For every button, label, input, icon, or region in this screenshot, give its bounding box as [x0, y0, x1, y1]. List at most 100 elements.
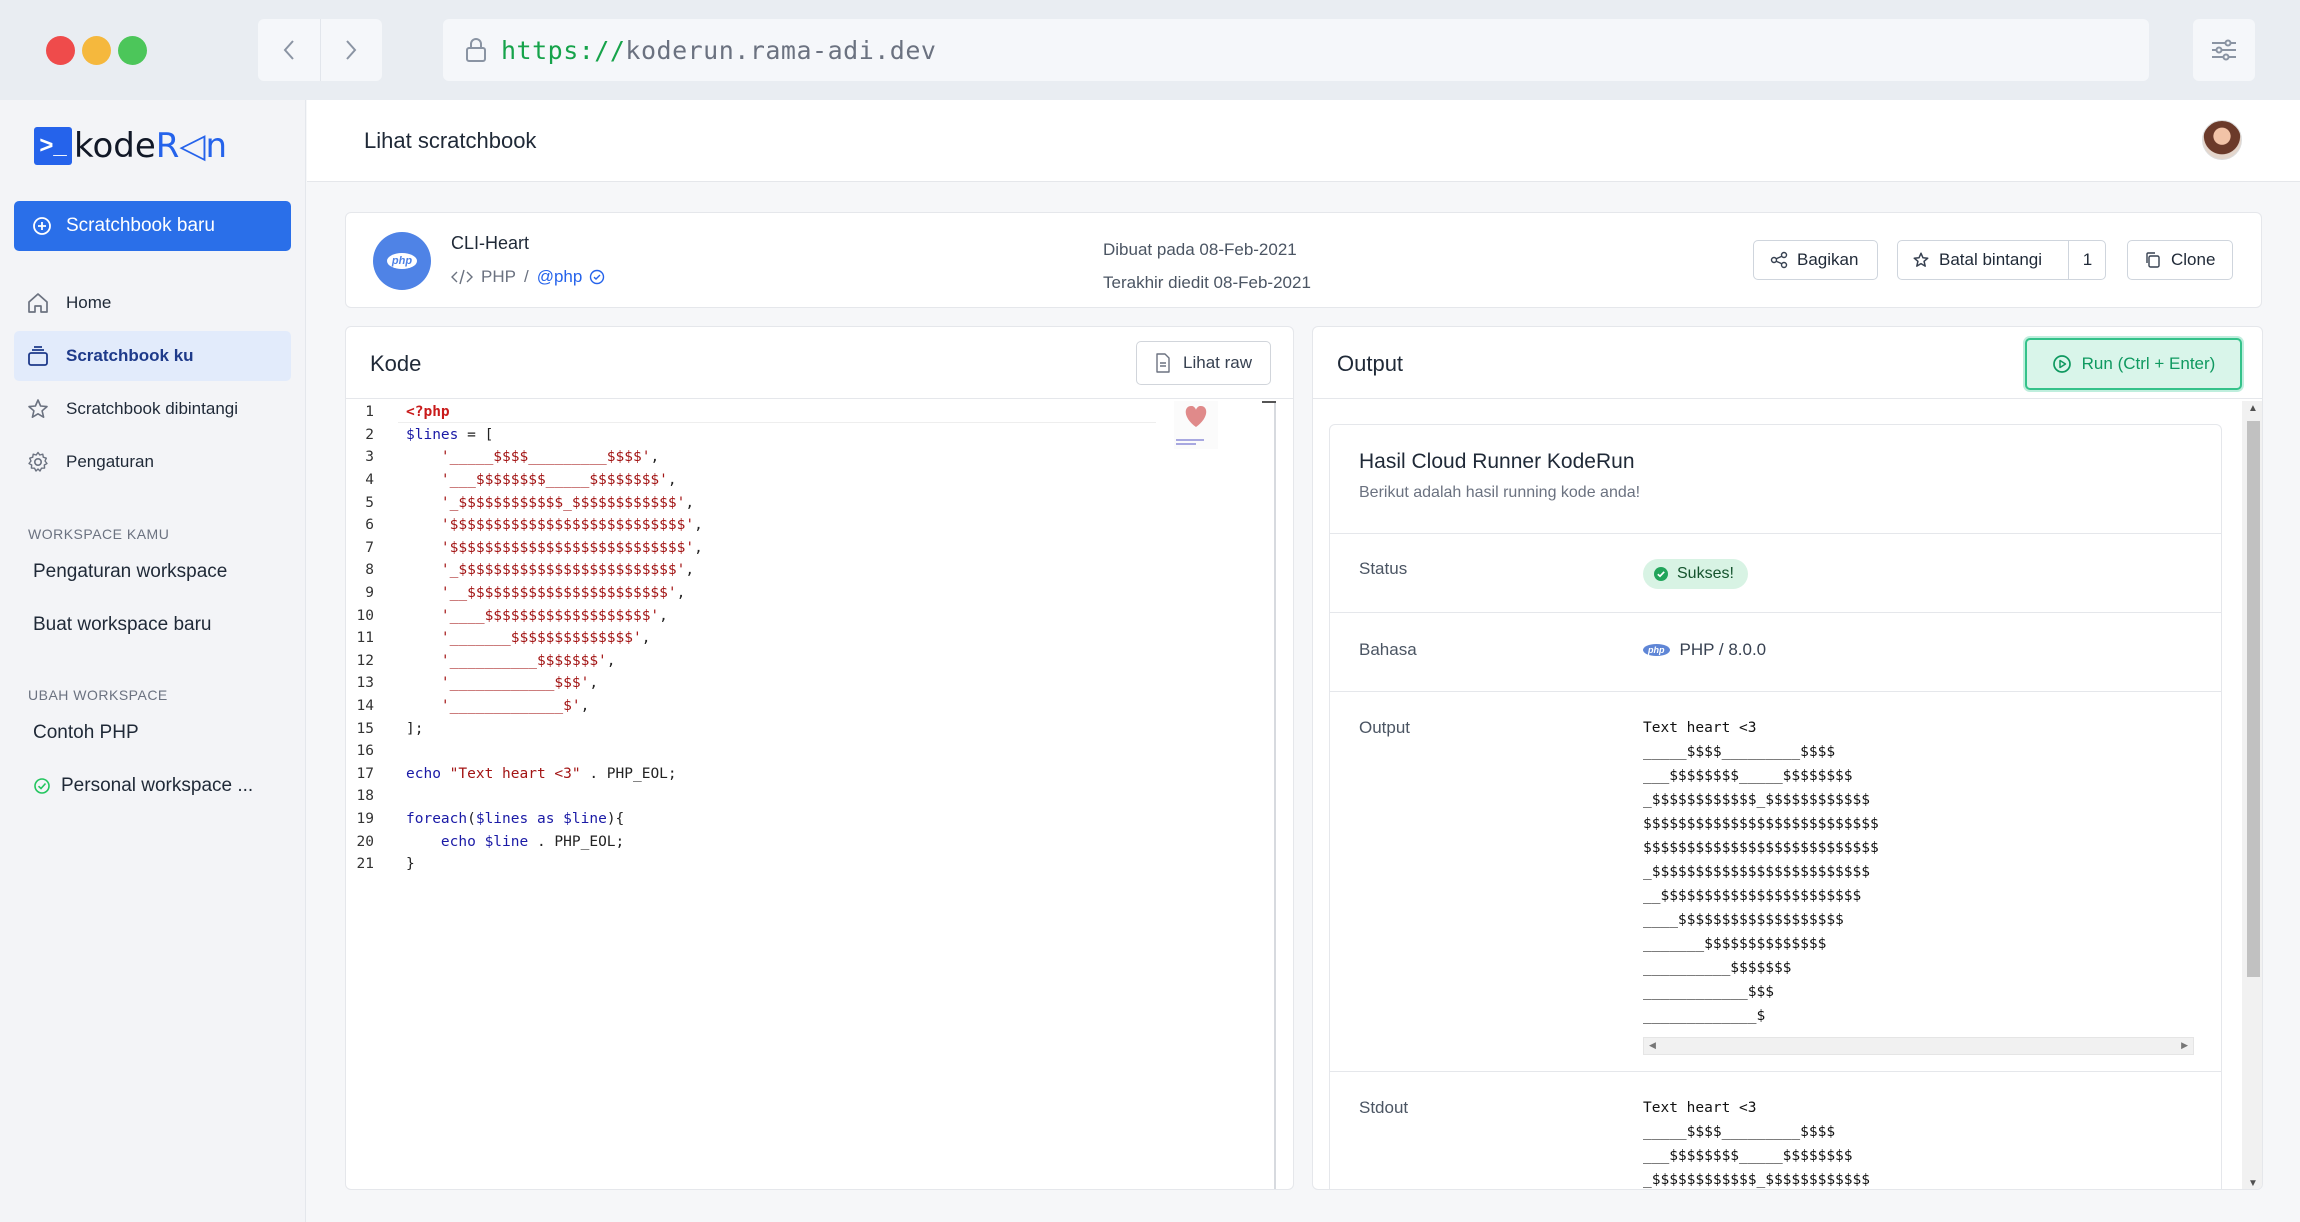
url-protocol: https://	[501, 35, 626, 65]
page-title: Lihat scratchbook	[364, 128, 537, 153]
browser-settings-button[interactable]	[2193, 19, 2255, 81]
language-value: PHP / 8.0.0	[1679, 640, 1767, 659]
create-workspace-link[interactable]: Buat workspace baru	[33, 614, 212, 636]
unstar-button[interactable]: Batal bintangi 1	[1897, 240, 2106, 280]
minimap[interactable]	[1174, 401, 1218, 449]
scroll-left-icon[interactable]: ◀	[1649, 1040, 1656, 1051]
code-text: '____________$$$',	[440, 675, 599, 692]
url-host: koderun.rama-adi.dev	[625, 35, 937, 65]
code-line[interactable]: 16	[346, 740, 406, 763]
clone-button[interactable]: Clone	[2127, 240, 2233, 280]
gear-icon	[28, 451, 48, 472]
workspace-item-php-example[interactable]: Contoh PHP	[33, 722, 139, 744]
output-text: Text heart <3 _____$$$$_________$$$$ ___…	[1643, 720, 1879, 1024]
share-button[interactable]: Bagikan	[1753, 240, 1878, 280]
scratchbook-name: CLI-Heart	[451, 233, 530, 253]
current-line-highlight	[398, 401, 1156, 423]
code-line[interactable]: 19 foreach($lines as $line){	[346, 808, 625, 831]
new-scratchbook-button[interactable]: Scratchbook baru	[14, 201, 291, 251]
plus-circle-icon	[33, 217, 51, 235]
code-line[interactable]: 18	[346, 785, 406, 808]
code-text: foreach($lines as $line){	[406, 811, 625, 828]
scroll-up-icon[interactable]: ▲	[2248, 403, 2258, 414]
view-raw-button[interactable]: Lihat raw	[1136, 341, 1271, 385]
code-line[interactable]: 1 <?php	[346, 401, 450, 424]
address-bar[interactable]: https://koderun.rama-adi.dev	[443, 19, 2149, 81]
status-row: Status Sukses!	[1330, 533, 2221, 612]
code-text: $lines = [	[406, 426, 494, 443]
sidebar-item-label: Scratchbook ku	[66, 346, 194, 365]
scroll-right-icon[interactable]: ▶	[2181, 1040, 2188, 1051]
line-number: 4	[365, 472, 374, 489]
scratchbook-dates: Dibuat pada 08-Feb-2021 Terakhir diedit …	[1103, 233, 1311, 299]
star-icon	[28, 399, 48, 418]
chevron-left-icon	[283, 40, 294, 60]
page-header: Lihat scratchbook	[307, 100, 2300, 182]
code-line[interactable]: 6 '$$$$$$$$$$$$$$$$$$$$$$$$$$$',	[346, 514, 703, 537]
new-scratchbook-label: Scratchbook baru	[66, 215, 215, 236]
meta-separator: /	[523, 267, 529, 286]
editor-scrollbar[interactable]	[1262, 401, 1276, 1189]
code-line[interactable]: 17 echo "Text heart <3" . PHP_EOL;	[346, 763, 677, 786]
code-text: echo "Text heart <3" . PHP_EOL;	[406, 765, 677, 782]
output-scrollbar-thumb[interactable]	[2247, 421, 2260, 977]
workspace-settings-link[interactable]: Pengaturan workspace	[33, 561, 227, 583]
code-line[interactable]: 20 echo $line . PHP_EOL;	[346, 830, 625, 853]
switch-workspace-section-title: UBAH WORKSPACE	[28, 687, 168, 703]
terminal-logo-icon: >_	[34, 127, 72, 165]
code-text: <?php	[406, 404, 450, 421]
check-circle-icon	[1654, 567, 1668, 581]
logo-text-prefix: kode	[74, 126, 156, 166]
code-line[interactable]: 14 '_____________$',	[346, 695, 590, 718]
output-horizontal-scrollbar[interactable]: ◀ ▶	[1643, 1037, 2194, 1055]
unstar-label: Batal bintangi	[1939, 250, 2043, 269]
code-line[interactable]: 8 '_$$$$$$$$$$$$$$$$$$$$$$$$$',	[346, 559, 694, 582]
workspace-item-label: Personal workspace ...	[61, 775, 254, 796]
line-number: 18	[356, 788, 374, 805]
sidebar-item-home[interactable]: Home	[14, 278, 291, 328]
koderun-logo[interactable]: >_ kode R◁n	[34, 126, 227, 166]
line-number: 2	[365, 426, 374, 443]
language-row: Bahasa php PHP / 8.0.0	[1330, 612, 2221, 691]
code-icon	[451, 269, 473, 285]
user-avatar[interactable]	[2202, 120, 2242, 160]
code-line[interactable]: 11 '_______$$$$$$$$$$$$$$',	[346, 627, 651, 650]
code-line[interactable]: 9 '__$$$$$$$$$$$$$$$$$$$$$$$',	[346, 582, 685, 605]
scroll-down-icon[interactable]: ▼	[2248, 1178, 2258, 1189]
sidebar-item-starred[interactable]: Scratchbook dibintangi	[14, 384, 291, 434]
owner-link[interactable]: @php	[537, 267, 583, 287]
workspace-item-personal[interactable]: Personal workspace ...	[33, 775, 253, 797]
sidebar-item-settings[interactable]: Pengaturan	[14, 437, 291, 487]
code-panel: Kode Lihat raw 1 <?php 2 $lines = [3 '_____…	[345, 326, 1294, 1190]
output-scrollbar[interactable]: ▲ ▼	[2242, 401, 2262, 1189]
code-text: '_____________$',	[440, 698, 590, 715]
status-badge: Sukses!	[1643, 559, 1748, 589]
code-line[interactable]: 2 $lines = [	[346, 424, 493, 447]
scratchbook-language: PHP	[481, 267, 516, 286]
sidebar-item-my-scratchbook[interactable]: Scratchbook ku	[14, 331, 291, 381]
run-button[interactable]: Run (Ctrl + Enter)	[2025, 338, 2242, 390]
sidebar: >_ kode R◁n Scratchbook baru Home Scratch…	[0, 100, 306, 1222]
forward-button[interactable]	[319, 19, 383, 81]
minimize-window-dot[interactable]	[82, 36, 111, 65]
code-line[interactable]: 3 '_____$$$$_________$$$$',	[346, 446, 659, 469]
scratchbook-info-card: php CLI-Heart PHP / @php Dibuat pada 08-…	[345, 212, 2262, 308]
close-window-dot[interactable]	[46, 36, 75, 65]
play-circle-icon	[2052, 355, 2071, 373]
code-line[interactable]: 10 '____$$$$$$$$$$$$$$$$$$$',	[346, 604, 668, 627]
code-line[interactable]: 21}	[346, 853, 415, 876]
line-number: 11	[356, 630, 374, 647]
code-line[interactable]: 12 '__________$$$$$$$',	[346, 650, 616, 673]
code-text: '__$$$$$$$$$$$$$$$$$$$$$$$',	[440, 585, 686, 602]
code-text: '_______$$$$$$$$$$$$$$',	[440, 630, 651, 647]
back-button[interactable]	[258, 19, 320, 81]
code-line[interactable]: 4 '___$$$$$$$$_____$$$$$$$$',	[346, 469, 676, 492]
code-line[interactable]: 7 '$$$$$$$$$$$$$$$$$$$$$$$$$$$',	[346, 537, 703, 560]
maximize-window-dot[interactable]	[118, 36, 147, 65]
code-line[interactable]: 15];	[346, 717, 424, 740]
code-editor[interactable]: 1 <?php 2 $lines = [ 3 '_____$$$$_________$$…	[346, 401, 1276, 1189]
edited-date: Terakhir diedit 08-Feb-2021	[1103, 273, 1311, 292]
code-line[interactable]: 5 '_$$$$$$$$$$$$_$$$$$$$$$$$$',	[346, 491, 694, 514]
code-line[interactable]: 13 '____________$$$',	[346, 672, 599, 695]
home-icon	[28, 293, 48, 313]
